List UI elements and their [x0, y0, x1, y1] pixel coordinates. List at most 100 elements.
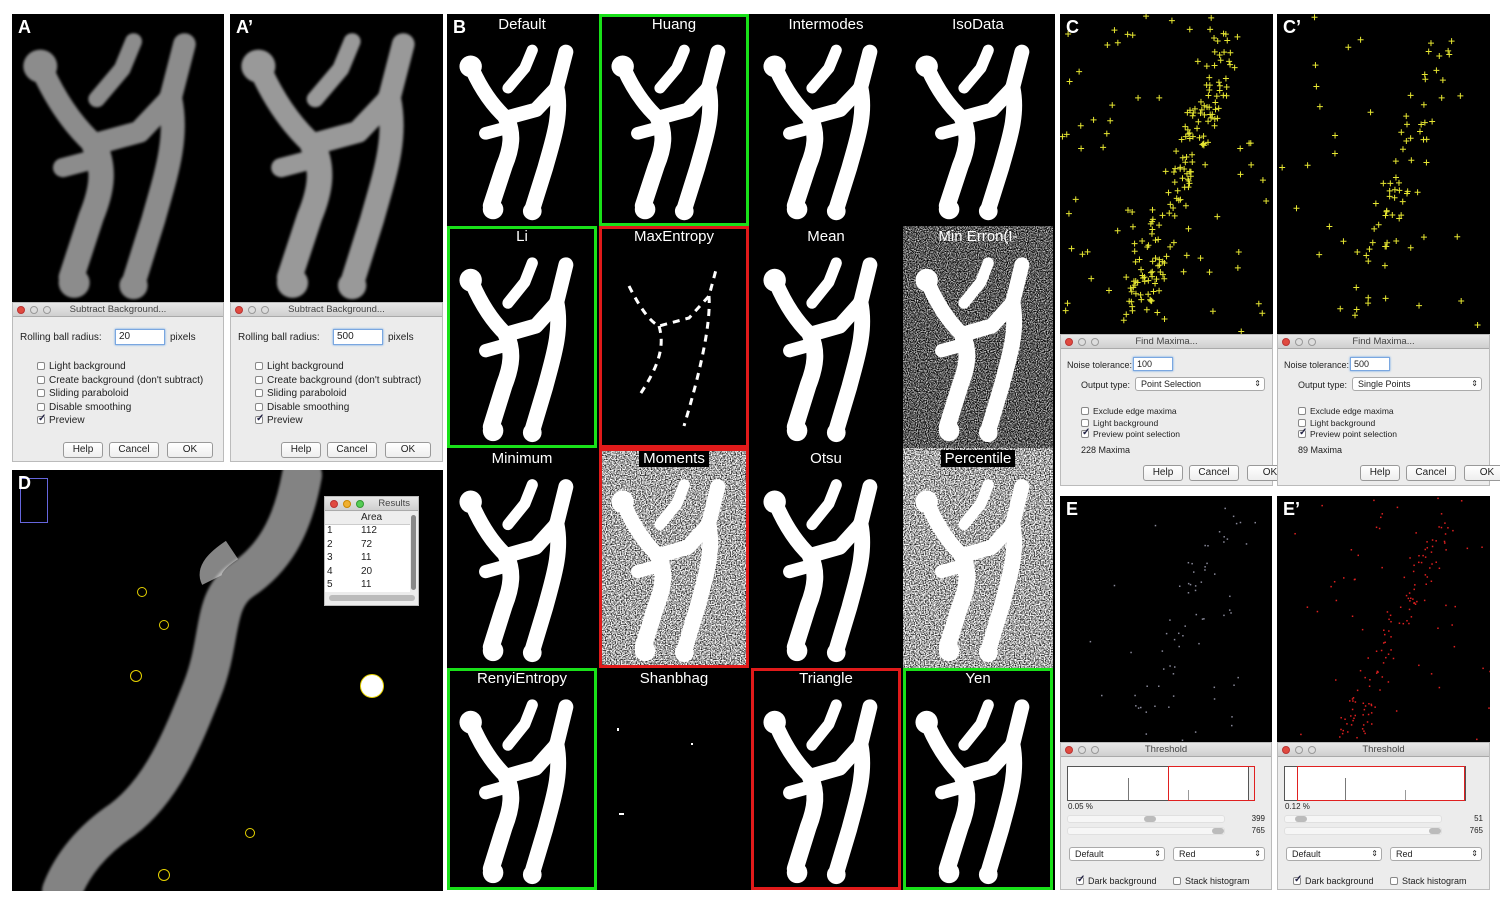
table-row[interactable]: 5 11 — [325, 579, 410, 593]
cancel-button[interactable]: Cancel — [327, 442, 377, 458]
row-index: 2 — [327, 538, 333, 550]
minimize-icon[interactable] — [1078, 338, 1086, 346]
help-button[interactable]: Help — [281, 442, 321, 458]
close-icon[interactable] — [235, 306, 243, 314]
close-icon[interactable] — [17, 306, 25, 314]
roi-circle[interactable] — [158, 869, 170, 881]
table-row[interactable]: 4 20 — [325, 566, 410, 580]
roi-circle[interactable] — [360, 674, 384, 698]
noise-tolerance-input[interactable]: 500 — [1350, 357, 1390, 371]
checkbox[interactable] — [255, 375, 263, 384]
close-icon[interactable] — [1065, 338, 1073, 346]
dialog-titlebar[interactable]: Find Maxima... — [1061, 335, 1272, 349]
cancel-button[interactable]: Cancel — [1189, 465, 1239, 481]
panel-a-image: A — [12, 14, 224, 302]
threshold-display-select[interactable]: Red — [1390, 847, 1482, 861]
checkbox[interactable] — [1081, 407, 1089, 415]
panel-label-c: C — [1066, 17, 1079, 37]
threshold-method-select[interactable]: Default — [1286, 847, 1382, 861]
minimize-icon[interactable] — [1078, 746, 1086, 754]
threshold-display-select[interactable]: Red — [1173, 847, 1265, 861]
rolling-ball-radius-input[interactable]: 500 — [333, 329, 383, 345]
panel-a2-image: A’ — [230, 14, 443, 302]
output-type-select[interactable]: Point Selection — [1135, 377, 1265, 391]
checkbox[interactable] — [1298, 427, 1307, 438]
checkbox[interactable] — [37, 402, 45, 411]
zoom-icon[interactable] — [43, 306, 51, 314]
selection-frame — [599, 448, 749, 668]
close-icon[interactable] — [330, 500, 338, 508]
max-threshold-slider[interactable] — [1067, 827, 1225, 835]
help-button[interactable]: Help — [63, 442, 103, 458]
option-row: Light background — [37, 361, 126, 372]
dialog-titlebar[interactable]: Find Maxima... — [1278, 335, 1489, 349]
close-icon[interactable] — [1282, 746, 1290, 754]
horizontal-scrollbar[interactable] — [329, 595, 415, 601]
close-icon[interactable] — [1282, 338, 1290, 346]
checkbox[interactable] — [1076, 874, 1085, 885]
panel-label-d: D — [18, 473, 31, 493]
min-threshold-slider[interactable] — [1067, 815, 1225, 823]
max-threshold-slider[interactable] — [1284, 827, 1442, 835]
vertical-scrollbar[interactable] — [411, 515, 416, 590]
selection-frame — [903, 448, 1053, 668]
help-button[interactable]: Help — [1143, 465, 1183, 481]
cancel-button[interactable]: Cancel — [1406, 465, 1456, 481]
checkbox[interactable] — [37, 375, 45, 384]
threshold-method-select[interactable]: Default — [1069, 847, 1165, 861]
checkbox[interactable] — [37, 389, 45, 397]
ok-button[interactable]: OK — [167, 442, 213, 458]
zoom-icon[interactable] — [1091, 338, 1099, 346]
checkbox[interactable] — [1390, 877, 1398, 885]
checkbox[interactable] — [1293, 874, 1302, 885]
checkbox[interactable] — [255, 413, 264, 424]
checkbox[interactable] — [255, 362, 263, 370]
ok-button[interactable]: OK — [385, 442, 431, 458]
roi-circle[interactable] — [159, 620, 169, 630]
checkbox[interactable] — [1081, 418, 1089, 427]
dialog-titlebar[interactable]: Threshold — [1061, 743, 1271, 757]
option-row: Sliding paraboloid — [37, 388, 129, 399]
zoom-icon[interactable] — [1308, 746, 1316, 754]
minimize-icon[interactable] — [248, 306, 256, 314]
checkbox[interactable] — [255, 402, 263, 411]
help-button[interactable]: Help — [1360, 465, 1400, 481]
checkbox[interactable] — [255, 389, 263, 397]
zoom-icon[interactable] — [1091, 746, 1099, 754]
dialog-titlebar[interactable]: Threshold — [1278, 743, 1489, 757]
threshold-method-minerroni: Min Erron(I- — [903, 226, 1053, 448]
zoom-icon[interactable] — [261, 306, 269, 314]
roi-circle[interactable] — [137, 587, 147, 597]
output-type-select[interactable]: Single Points — [1352, 377, 1482, 391]
dialog-titlebar[interactable]: Subtract Background... — [231, 303, 442, 317]
dialog-titlebar[interactable]: Subtract Background... — [13, 303, 223, 317]
min-threshold-slider[interactable] — [1284, 815, 1442, 823]
roi-circle[interactable] — [130, 670, 142, 682]
table-row[interactable]: 3 11 — [325, 552, 410, 566]
close-icon[interactable] — [1065, 746, 1073, 754]
checkbox[interactable] — [37, 413, 46, 424]
rolling-ball-radius-input[interactable]: 20 — [115, 329, 165, 345]
zoom-icon[interactable] — [356, 500, 364, 508]
option-row: Create background (don't subtract) — [37, 375, 203, 386]
stack-histogram-option: Stack histogram — [1390, 876, 1467, 886]
checkbox-label: Create background (don't subtract) — [267, 374, 422, 386]
checkbox[interactable] — [1081, 427, 1090, 438]
roi-circle[interactable] — [245, 828, 255, 838]
checkbox[interactable] — [37, 362, 45, 370]
noise-tolerance-input[interactable]: 100 — [1133, 357, 1173, 371]
cancel-button[interactable]: Cancel — [109, 442, 159, 458]
table-row[interactable]: 2 72 — [325, 539, 410, 553]
minimize-icon[interactable] — [1295, 746, 1303, 754]
results-titlebar[interactable]: Results — [325, 497, 418, 511]
checkbox[interactable] — [1173, 877, 1181, 885]
minimize-icon[interactable] — [30, 306, 38, 314]
checkbox[interactable] — [1298, 418, 1306, 427]
checkbox[interactable] — [1298, 407, 1306, 415]
column-header-area[interactable]: Area — [361, 512, 382, 523]
zoom-icon[interactable] — [1308, 338, 1316, 346]
minimize-icon[interactable] — [1295, 338, 1303, 346]
table-row[interactable]: 1 112 — [325, 525, 410, 539]
minimize-icon[interactable] — [343, 500, 351, 508]
ok-button[interactable]: OK — [1464, 465, 1500, 481]
